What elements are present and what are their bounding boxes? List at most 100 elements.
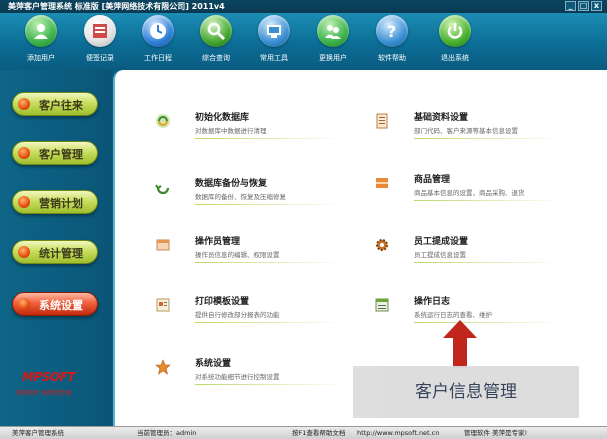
- document-icon: [376, 113, 388, 129]
- print-template-item[interactable]: 打印模板设置 提供自行修改部分报表的功能: [155, 294, 360, 344]
- divider: [195, 262, 345, 263]
- item-description: 系统运行日志的查看、维护: [414, 311, 492, 319]
- sidebar-item-customer-management[interactable]: 客户管理: [12, 141, 98, 165]
- toolbar-label: 软件帮助: [378, 54, 406, 62]
- toolbar-add-user[interactable]: 添加用户: [13, 15, 69, 69]
- help-icon: ?: [376, 15, 408, 47]
- sidebar-item-marketing-plan[interactable]: 营销计划: [12, 190, 98, 214]
- commission-settings-item[interactable]: 员工提成设置 员工提成信息设置: [374, 234, 579, 284]
- tools-icon: [258, 15, 290, 47]
- system-settings-item[interactable]: 系统设置 对系统功能细节进行控制设置: [155, 356, 360, 406]
- goods-management-item[interactable]: 商品管理 商品基本信息的设置，商品采购、退货: [374, 172, 579, 222]
- search-icon: [200, 15, 232, 47]
- backup-restore-item[interactable]: 数据库备份与恢复 数据库的备份、恢复及压缩修复: [155, 176, 360, 226]
- item-description: 对数据库中数据进行清理: [195, 127, 267, 135]
- status-operator: 当前管理员：admin: [137, 429, 197, 437]
- item-title: 员工提成设置: [414, 237, 469, 247]
- toolbar-label: 常用工具: [260, 54, 288, 62]
- toolbar-help[interactable]: ? 软件帮助: [364, 15, 420, 69]
- minimize-button[interactable]: _: [565, 1, 576, 11]
- toolbar-label: 便签记录: [86, 54, 114, 62]
- toolbar-switch-user[interactable]: 更换用户: [305, 15, 361, 69]
- switch-user-icon: [317, 15, 349, 47]
- toolbar-label: 更换用户: [319, 54, 347, 62]
- item-title: 初始化数据库: [195, 113, 250, 123]
- arrow-up-icon: [443, 320, 477, 368]
- add-user-icon: [25, 15, 57, 47]
- overlay-caption: 客户信息管理: [353, 366, 579, 418]
- item-title: 商品管理: [414, 175, 451, 185]
- bullet-icon: [18, 246, 30, 258]
- schedule-icon: [142, 15, 174, 47]
- item-description: 商品基本信息的设置，商品采购、退货: [414, 189, 525, 197]
- toolbar-label: 退出系统: [441, 54, 469, 62]
- toolbar-tools[interactable]: 常用工具: [246, 15, 302, 69]
- toolbar-memo[interactable]: 便签记录: [72, 15, 128, 69]
- sidebar-item-statistics[interactable]: 统计管理: [12, 240, 98, 264]
- bullet-icon: [18, 196, 30, 208]
- divider: [414, 200, 564, 201]
- toolbar-search[interactable]: 综合查询: [188, 15, 244, 69]
- sidebar-item-customer-contact[interactable]: 客户往来: [12, 92, 98, 116]
- sidebar-item-label: 营销计划: [39, 197, 83, 210]
- divider: [414, 322, 564, 323]
- item-description: 操作员信息的编辑、权限设置: [195, 251, 280, 259]
- item-description: 员工提成信息设置: [414, 251, 466, 259]
- divider: [414, 262, 564, 263]
- toolbar-label: 添加用户: [27, 54, 55, 62]
- toolbar: 添加用户 便签记录 工作日程 综合查询 常用工具 更换用户 ? 软件帮助 退出系…: [0, 13, 607, 70]
- status-url[interactable]: http://www.mpsoft.net.cn: [357, 427, 439, 439]
- item-description: 部门代码、客户来源等基本信息设置: [414, 127, 518, 135]
- bullet-icon: [18, 98, 30, 110]
- item-title: 操作员管理: [195, 237, 241, 247]
- memo-icon: [84, 15, 116, 47]
- toolbar-exit[interactable]: 退出系统: [427, 15, 483, 69]
- bullet-icon: [18, 147, 30, 159]
- item-title: 数据库备份与恢复: [195, 179, 268, 189]
- power-icon: [439, 15, 471, 47]
- logo-subtitle: 美萍软件 美萍是专家: [16, 390, 72, 397]
- log-icon: [375, 298, 389, 312]
- goods-icon: [376, 178, 388, 188]
- operator-management-item[interactable]: 操作员管理 操作员信息的编辑、权限设置: [155, 234, 360, 284]
- operator-icon: [156, 239, 170, 251]
- svg-text:?: ?: [387, 22, 396, 41]
- item-description: 对系统功能细节进行控制设置: [195, 373, 280, 381]
- bullet-icon: [18, 298, 30, 310]
- divider: [195, 138, 345, 139]
- item-title: 打印模板设置: [195, 297, 250, 307]
- basic-data-item[interactable]: 基础资料设置 部门代码、客户来源等基本信息设置: [374, 110, 579, 160]
- item-description: 提供自行修改部分报表的功能: [195, 311, 280, 319]
- divider: [414, 138, 564, 139]
- status-slogan: 管理软件 美萍是专家!: [464, 429, 528, 437]
- mpsoft-logo: MPSOFT: [22, 370, 75, 384]
- sidebar: 客户往来 客户管理 营销计划 统计管理 系统设置 MPSOFT 美萍软件 美萍是…: [0, 70, 112, 426]
- init-database-item[interactable]: 初始化数据库 对数据库中数据进行清理: [155, 110, 360, 160]
- item-description: 数据库的备份、恢复及压缩修复: [195, 193, 286, 201]
- gear-icon: [376, 239, 388, 251]
- item-title: 系统设置: [195, 359, 232, 369]
- item-title: 基础资料设置: [414, 113, 469, 123]
- maximize-button[interactable]: □: [578, 1, 589, 11]
- backup-restore-icon: [155, 184, 170, 195]
- status-help: 按F1查看帮助文档: [292, 429, 346, 437]
- divider: [195, 384, 345, 385]
- status-app-name: 美萍客户管理系统: [12, 429, 64, 437]
- divider: [195, 322, 345, 323]
- status-bar: 美萍客户管理系统 当前管理员：admin 按F1查看帮助文档 http://ww…: [0, 426, 607, 439]
- sidebar-item-system-settings[interactable]: 系统设置: [12, 292, 98, 316]
- item-title: 操作日志: [414, 297, 451, 307]
- sidebar-item-label: 统计管理: [39, 247, 83, 260]
- sidebar-item-label: 客户管理: [39, 148, 83, 161]
- title-bar: 美萍客户管理系统 标准版 [美萍网络技术有限公司] 2011v4: [0, 0, 607, 13]
- refresh-database-icon: [156, 114, 170, 128]
- divider: [195, 204, 345, 205]
- toolbar-schedule[interactable]: 工作日程: [130, 15, 186, 69]
- toolbar-label: 综合查询: [202, 54, 230, 62]
- sidebar-item-label: 客户往来: [39, 99, 83, 112]
- star-icon: [155, 359, 171, 375]
- close-button[interactable]: x: [591, 1, 602, 11]
- print-template-icon: [156, 298, 170, 312]
- window-title: 美萍客户管理系统 标准版 [美萍网络技术有限公司] 2011v4: [8, 2, 225, 11]
- sidebar-item-label: 系统设置: [39, 299, 83, 312]
